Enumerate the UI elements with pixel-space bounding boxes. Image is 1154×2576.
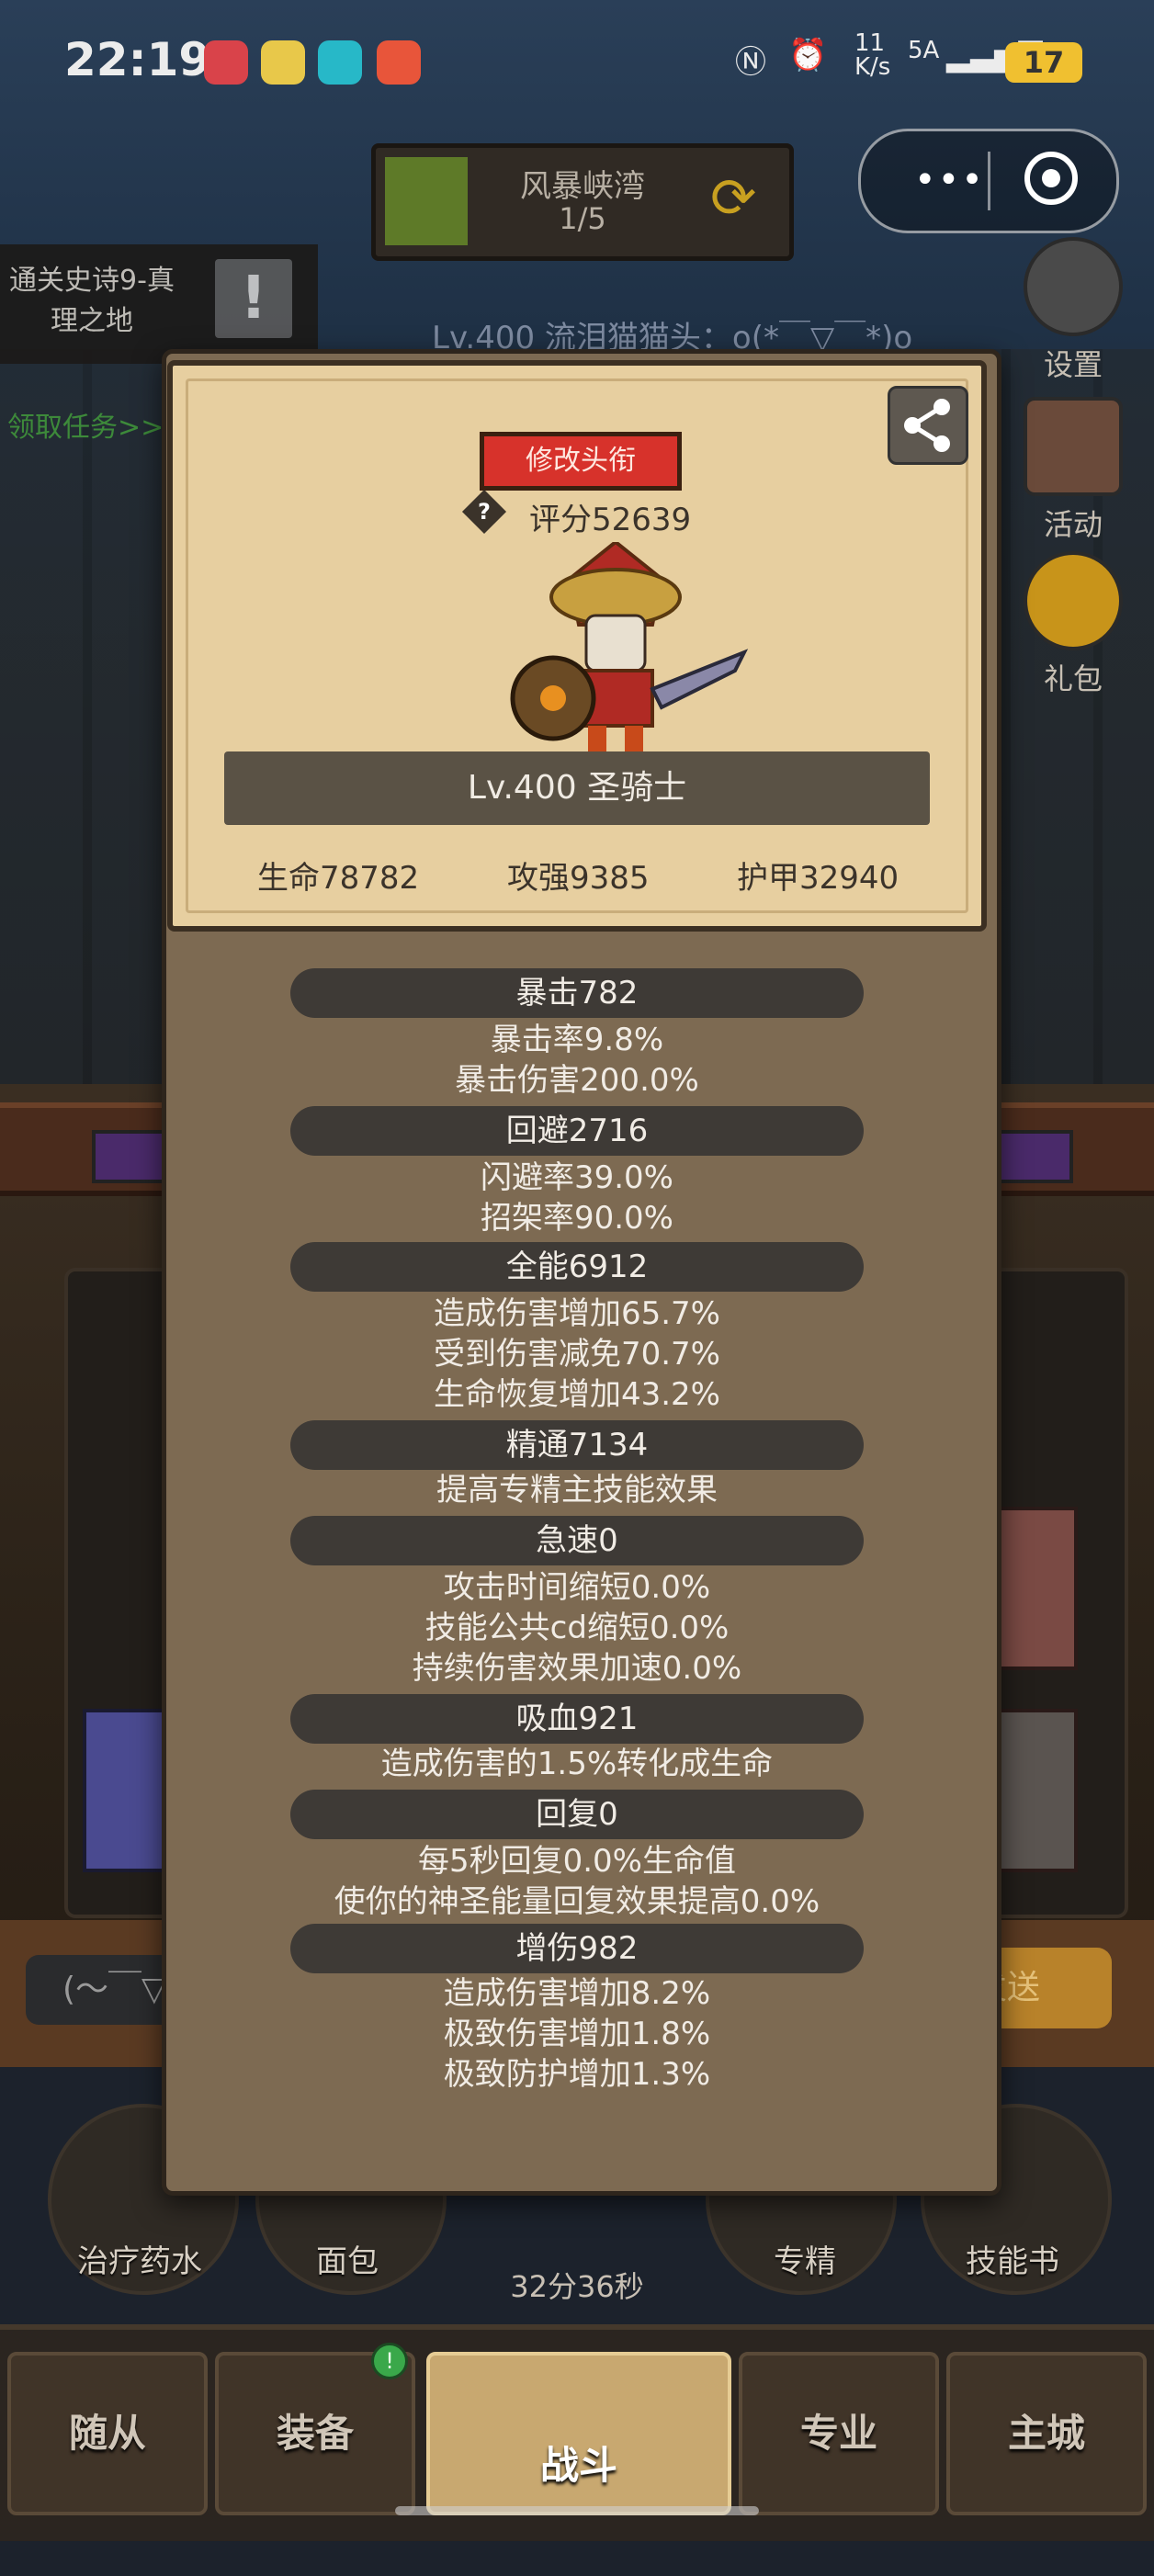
gift-button[interactable]: 礼包: [1014, 551, 1132, 698]
section-title-dodge: 回避2716: [290, 1106, 864, 1156]
giftbag-icon: [1024, 551, 1123, 650]
section-line: 造成伤害增加65.7%: [433, 1295, 720, 1332]
section-line: 暴击率9.8%: [490, 1022, 664, 1058]
alert-icon: !: [215, 259, 292, 338]
status-bar: 22:19 Ⓝ ⏰ 11 K/s 5A ▂▃▅▇ 17: [0, 0, 1154, 129]
section-line: 攻击时间缩短0.0%: [443, 1569, 711, 1606]
section-line: 技能公共cd缩短0.0%: [424, 1610, 730, 1646]
stat-attack: 攻强9385: [507, 860, 650, 897]
section-title-crit: 暴击782: [290, 968, 864, 1018]
section-line: 使你的神圣能量回复效果提高0.0%: [334, 1883, 820, 1920]
tab-followers[interactable]: 随从: [7, 2352, 208, 2515]
map-name: 风暴峡湾: [520, 168, 645, 205]
calendar-icon: [1024, 397, 1123, 496]
gear-icon: [1024, 237, 1123, 336]
share-button[interactable]: [888, 386, 968, 465]
paladin-avatar: [510, 542, 749, 753]
section-title-lifesteal: 吸血921: [290, 1694, 864, 1744]
battle-timer: 32分36秒: [510, 2269, 644, 2304]
alarm-icon: ⏰: [788, 37, 828, 73]
net-speed: 11 K/s: [854, 29, 891, 81]
section-title-damage-bonus: 增伤982: [290, 1924, 864, 1973]
section-line: 持续伤害效果加速0.0%: [412, 1650, 742, 1687]
home-indicator[interactable]: [395, 2506, 759, 2515]
stat-armor: 护甲32940: [737, 860, 899, 897]
shortcut-label: 治疗药水: [77, 2243, 202, 2280]
section-line: 提高专精主技能效果: [436, 1472, 718, 1508]
shortcut-label: 技能书: [966, 2243, 1059, 2280]
battery-indicator: 17: [1005, 42, 1082, 83]
tab-main-city[interactable]: 主城: [946, 2352, 1147, 2515]
claim-quest-link[interactable]: 领取任务>>: [7, 404, 164, 445]
map-indicator[interactable]: 风暴峡湾 1/5 ⟳: [371, 143, 794, 261]
map-progress: 1/5: [559, 201, 606, 236]
score-label: 评分52639: [529, 502, 692, 538]
shortcut-label: 面包: [316, 2243, 379, 2280]
edit-title-button[interactable]: 修改头衔: [480, 432, 682, 491]
section-line: 造成伤害增加8.2%: [443, 1975, 711, 2012]
miniprogram-capsule: •••: [858, 129, 1119, 233]
section-line: 极致防护增加1.3%: [443, 2056, 711, 2093]
status-time: 22:19: [64, 33, 211, 86]
app-notification-icon: [318, 40, 362, 85]
refresh-icon[interactable]: ⟳: [710, 166, 756, 231]
section-line: 生命恢复增加43.2%: [433, 1376, 720, 1413]
section-line: 极致伤害增加1.8%: [443, 2016, 711, 2052]
share-icon: [904, 399, 950, 452]
section-line: 招架率90.0%: [480, 1200, 673, 1237]
stat-hp: 生命78782: [257, 860, 420, 897]
quest-title: 通关史诗9-真理之地: [9, 265, 175, 337]
app-notification-icon: [377, 40, 421, 85]
app-notification-icon: [204, 40, 248, 85]
quest-panel[interactable]: 通关史诗9-真理之地 !: [0, 244, 318, 364]
section-line: 闪避率39.0%: [480, 1159, 673, 1196]
class-banner: Lv.400 圣骑士: [224, 751, 930, 825]
section-title-mastery: 精通7134: [290, 1420, 864, 1470]
section-title-haste: 急速0: [290, 1516, 864, 1565]
activity-button[interactable]: 活动: [1014, 397, 1132, 544]
section-line: 造成伤害的1.5%转化成生命: [380, 1746, 774, 1782]
section-title-regen: 回复0: [290, 1790, 864, 1839]
tab-battle[interactable]: 战斗: [426, 2352, 731, 2515]
close-miniprogram-icon[interactable]: [1024, 152, 1078, 205]
app-notification-icon: [261, 40, 305, 85]
section-line: 暴击伤害200.0%: [455, 1062, 699, 1099]
section-title-versatility: 全能6912: [290, 1242, 864, 1292]
section-line: 每5秒回复0.0%生命值: [417, 1843, 736, 1880]
shortcut-label: 专精: [774, 2243, 836, 2280]
signal-label: 5A: [908, 37, 940, 64]
notification-dot: !: [371, 2343, 408, 2379]
settings-button[interactable]: 设置: [1014, 237, 1132, 384]
nfc-icon: Ⓝ: [735, 44, 766, 81]
tab-profession[interactable]: 专业: [739, 2352, 939, 2515]
more-icon[interactable]: •••: [914, 159, 985, 201]
section-line: 受到伤害减免70.7%: [433, 1336, 720, 1373]
